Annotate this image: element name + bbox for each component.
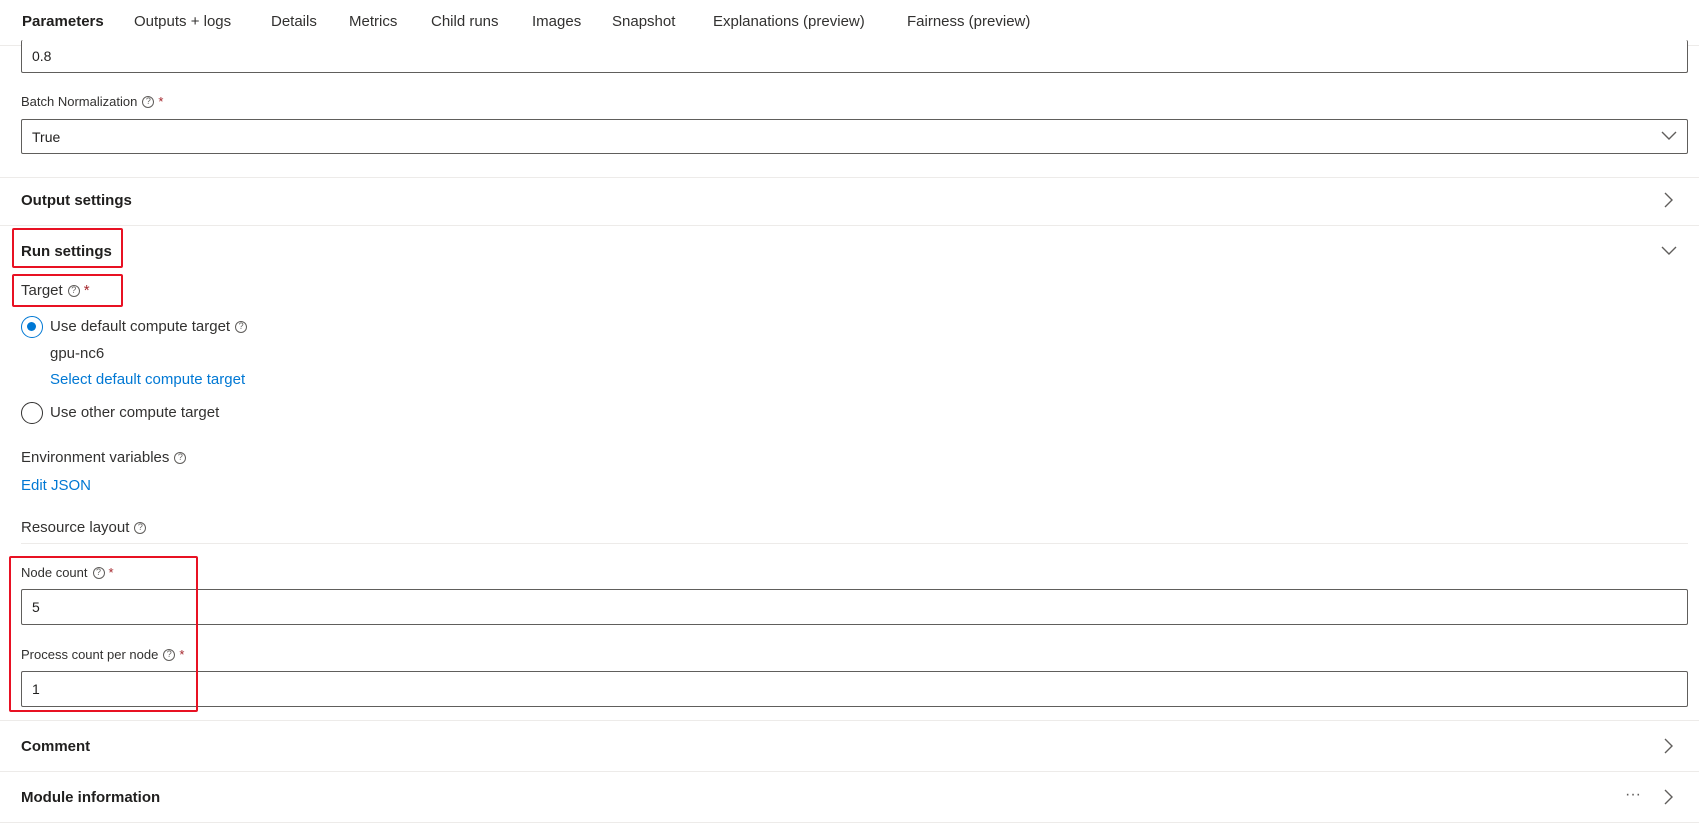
section-divider <box>0 822 1699 823</box>
tab-snapshot[interactable]: Snapshot <box>612 13 675 30</box>
required-indicator: * <box>179 647 185 662</box>
help-icon[interactable]: ? <box>134 521 147 534</box>
node-count-input[interactable]: 5 <box>21 589 1688 625</box>
use-other-target-radio[interactable] <box>21 402 43 424</box>
run-settings-header[interactable]: Run settings <box>21 243 112 260</box>
environment-variables-label: Environment variables ? <box>21 449 187 466</box>
section-divider <box>0 177 1699 178</box>
tab-outputs-logs[interactable]: Outputs + logs <box>134 13 231 30</box>
resource-layout-label: Resource layout ? <box>21 519 147 536</box>
batch-normalization-label: Batch Normalization ? * <box>21 94 164 109</box>
use-other-target-label[interactable]: Use other compute target <box>50 404 219 421</box>
section-divider <box>0 720 1699 721</box>
edit-json-link[interactable]: Edit JSON <box>21 477 91 494</box>
tab-parameters[interactable]: Parameters <box>22 13 104 30</box>
tab-fairness[interactable]: Fairness (preview) <box>907 13 1030 30</box>
chevron-right-icon[interactable] <box>1664 789 1674 805</box>
dropout-rate-input[interactable]: 0.8 <box>21 40 1688 73</box>
process-count-value: 1 <box>32 681 40 697</box>
help-icon[interactable]: ? <box>142 95 155 108</box>
chevron-down-icon <box>1661 131 1677 140</box>
comment-header[interactable]: Comment <box>21 738 90 755</box>
default-target-name: gpu-nc6 <box>50 345 105 362</box>
more-options-icon[interactable]: ··· <box>1625 786 1641 804</box>
batch-normalization-select[interactable]: True <box>21 119 1688 154</box>
target-label: Target ? * <box>21 282 90 299</box>
chevron-right-icon[interactable] <box>1664 192 1674 208</box>
resource-layout-divider <box>21 543 1688 544</box>
batch-normalization-value: True <box>32 128 61 145</box>
chevron-right-icon[interactable] <box>1664 738 1674 754</box>
help-icon[interactable]: ? <box>163 648 176 661</box>
output-settings-header[interactable]: Output settings <box>21 192 132 209</box>
help-icon[interactable]: ? <box>235 320 248 333</box>
help-icon[interactable]: ? <box>174 451 187 464</box>
node-count-label: Node count ? * <box>21 565 114 580</box>
required-indicator: * <box>108 565 114 580</box>
required-indicator: * <box>83 282 90 299</box>
tab-details[interactable]: Details <box>271 13 317 30</box>
select-default-target-link[interactable]: Select default compute target <box>50 371 245 388</box>
tab-metrics[interactable]: Metrics <box>349 13 397 30</box>
help-icon[interactable]: ? <box>92 566 105 579</box>
help-icon[interactable]: ? <box>67 284 80 297</box>
dropout-rate-value: 0.8 <box>32 48 52 64</box>
use-default-target-label[interactable]: Use default compute target ? <box>50 318 248 335</box>
process-count-label: Process count per node ? * <box>21 647 185 662</box>
module-information-header[interactable]: Module information <box>21 789 160 806</box>
process-count-input[interactable]: 1 <box>21 671 1688 707</box>
use-default-target-radio[interactable] <box>21 316 43 338</box>
node-count-value: 5 <box>32 599 40 615</box>
section-divider <box>0 225 1699 226</box>
required-indicator: * <box>158 94 164 109</box>
tab-explanations[interactable]: Explanations (preview) <box>713 13 865 30</box>
tab-child-runs[interactable]: Child runs <box>431 13 499 30</box>
section-divider <box>0 771 1699 772</box>
tab-images[interactable]: Images <box>532 13 581 30</box>
chevron-down-icon[interactable] <box>1661 246 1677 256</box>
